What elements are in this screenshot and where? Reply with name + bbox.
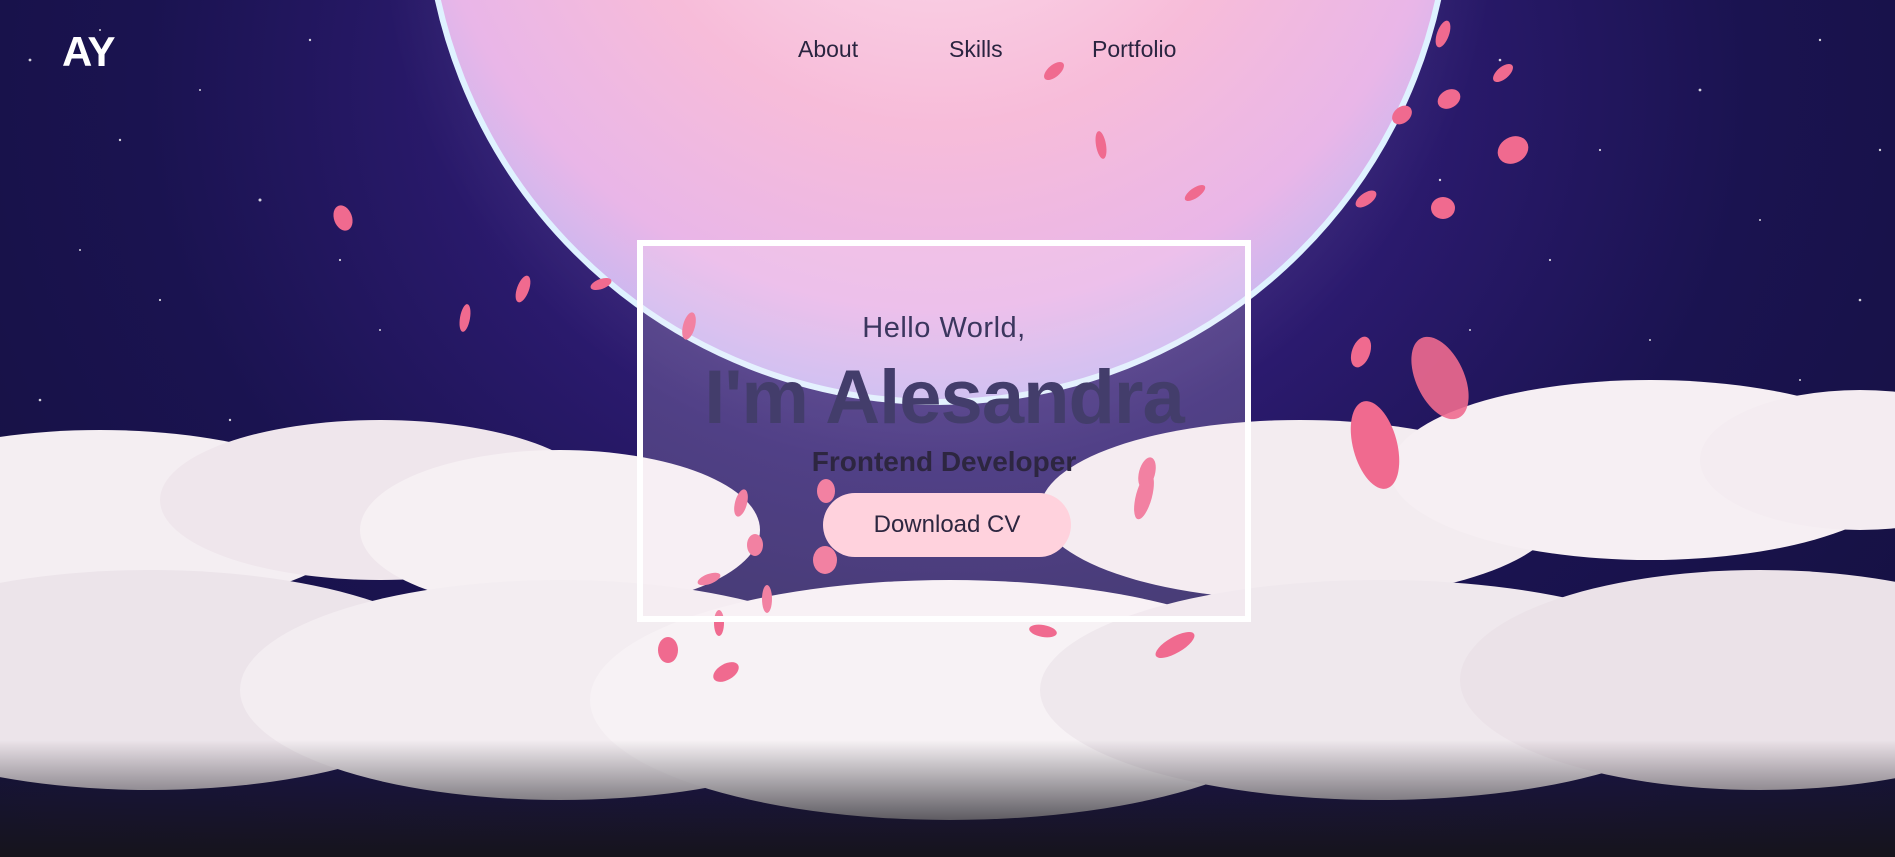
hero-section: AY About Skills Portfolio Hello World, I…	[0, 0, 1895, 857]
nav-item-skills[interactable]: Skills	[949, 36, 1003, 63]
hero-card: Hello World, I'm Alesandra Frontend Deve…	[637, 240, 1251, 622]
download-cv-button[interactable]: Download CV	[823, 493, 1071, 557]
nav-item-portfolio[interactable]: Portfolio	[1092, 36, 1176, 63]
nav-item-about[interactable]: About	[798, 36, 858, 63]
logo[interactable]: AY	[62, 28, 115, 76]
hero-name: I'm Alesandra	[704, 355, 1185, 440]
greeting-text: Hello World,	[862, 312, 1026, 344]
hero-role: Frontend Developer	[811, 446, 1077, 477]
